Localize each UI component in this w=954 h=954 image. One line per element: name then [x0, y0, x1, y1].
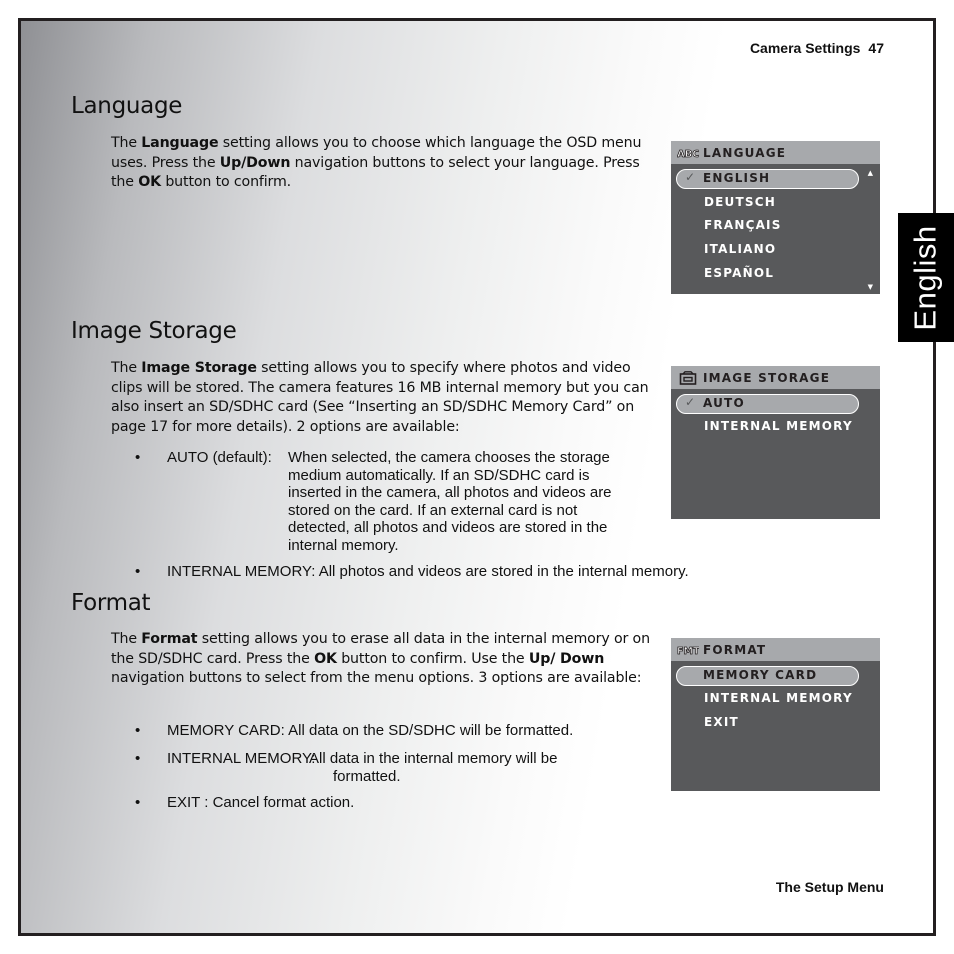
screen-title: LANGUAGE — [703, 145, 787, 160]
desc-line: inserted in the camera, all photos and v… — [288, 484, 612, 501]
text-run: The — [111, 135, 142, 151]
screen-title: FORMAT — [703, 642, 767, 657]
format-heading: Format — [71, 590, 151, 616]
menu-item[interactable]: FRANÇAIS — [704, 218, 782, 232]
bold-term: OK — [314, 650, 337, 667]
menu-item[interactable]: INTERNAL MEMORY — [704, 691, 853, 705]
image-storage-paragraph: The Image Storage setting allows you to … — [111, 359, 656, 437]
bullet-label: EXIT : Cancel format action. — [167, 794, 354, 812]
menu-item[interactable]: DEUTSCH — [704, 195, 776, 209]
screen-title-bar: ABC LANGUAGE — [671, 141, 880, 164]
bullet-dot: • — [135, 794, 141, 811]
bold-term: Up/Down — [219, 154, 291, 171]
bullet-label: MEMORY CARD: All data on the SD/SDHC wil… — [167, 722, 573, 740]
bold-term: OK — [138, 174, 161, 190]
scroll-down-icon[interactable]: ▼ — [868, 283, 873, 291]
menu-item[interactable]: ITALIANO — [704, 242, 776, 256]
bold-term: Language — [141, 135, 219, 151]
menu-item[interactable]: INTERNAL MEMORY — [704, 419, 853, 433]
desc-line: internal memory. — [288, 536, 399, 554]
bullet-dot: • — [135, 449, 141, 466]
page-footer: The Setup Menu — [776, 879, 884, 895]
menu-item-label: ENGLISH — [703, 171, 771, 185]
format-icon: FMT — [677, 638, 699, 661]
bullet-label: INTERNAL MEMORY: All photos and videos a… — [167, 563, 689, 581]
image-storage-heading: Image Storage — [71, 318, 237, 344]
desc-line: All data on the SD/SDHC will be formatte… — [288, 722, 574, 739]
svg-text:ABC: ABC — [677, 149, 699, 159]
menu-item-selected[interactable]: MEMORY CARD — [676, 666, 859, 686]
menu-item[interactable]: ESPAÑOL — [704, 266, 774, 280]
text-run: The — [111, 631, 142, 647]
screen-title-bar: FMT FORMAT — [671, 638, 880, 661]
menu-item-label: MEMORY CARD — [703, 668, 818, 682]
check-icon: ✓ — [685, 395, 696, 409]
bullet-description: When selected, the camera chooses the st… — [288, 449, 612, 554]
scroll-up-icon[interactable]: ▲ — [868, 169, 873, 177]
svg-text:FMT: FMT — [677, 646, 699, 656]
bullet-dot: • — [135, 722, 141, 739]
desc-line: All data in the internal memory will be — [309, 750, 558, 767]
text-run: button to confirm. — [160, 174, 292, 190]
language-heading: Language — [71, 93, 183, 119]
bold-term: Up/ Down — [528, 650, 605, 667]
side-tab-label: English — [908, 224, 943, 331]
bold-term: Image Storage — [141, 360, 257, 376]
desc-line: stored on the card. If an external card … — [288, 501, 578, 519]
desc-line: When selected, the camera chooses the st… — [288, 449, 610, 466]
format-paragraph: The Format setting allows you to erase a… — [111, 630, 656, 689]
abc-icon: ABC — [677, 141, 699, 164]
desc-line: Cancel format action. — [212, 794, 355, 811]
bullet-label: INTERNAL MEMORY: — [167, 750, 316, 767]
bullet-label-text: MEMORY CARD: — [167, 722, 285, 739]
desc-line: detected, all photos and videos are stor… — [288, 519, 608, 536]
bullet-label-text: INTERNAL MEMORY: — [167, 563, 316, 580]
page-number: 47 — [868, 40, 884, 56]
section-title: Camera Settings — [749, 40, 861, 56]
menu-item[interactable]: EXIT — [704, 715, 739, 729]
desc-line: medium automatically. If an SD/SDHC card… — [288, 466, 590, 484]
bullet-label-text: EXIT : — [167, 794, 209, 811]
memory-card-icon — [677, 366, 699, 389]
bold-term: Format — [141, 631, 198, 647]
menu-item-selected[interactable]: ✓ ENGLISH — [676, 169, 859, 189]
menu-item-label: AUTO — [703, 396, 745, 410]
text-run: The — [111, 360, 142, 376]
screen-title-bar: IMAGE STORAGE — [671, 366, 880, 389]
text-run: navigation buttons to select from the me… — [111, 670, 642, 686]
desc-line: formatted. — [333, 767, 401, 785]
format-menu-screen: FMT FORMAT MEMORY CARD INTERNAL MEMORY E… — [671, 638, 880, 791]
image-storage-menu-screen: IMAGE STORAGE ✓ AUTO INTERNAL MEMORY — [671, 366, 880, 519]
page-header: Camera Settings 47 — [750, 40, 884, 56]
chapter-title: The Setup Menu — [775, 879, 884, 895]
bullet-label: AUTO (default): — [167, 449, 272, 466]
menu-item-selected[interactable]: ✓ AUTO — [676, 394, 859, 414]
screen-title: IMAGE STORAGE — [703, 370, 831, 385]
bullet-dot: • — [135, 563, 141, 580]
language-menu-screen: ABC LANGUAGE ✓ ENGLISH ▲ DEUTSCH FRANÇAI… — [671, 141, 880, 294]
text-run: button to confirm. Use the — [336, 650, 529, 667]
bullet-dot: • — [135, 750, 141, 767]
language-paragraph: The Language setting allows you to choos… — [111, 134, 656, 193]
bullet-description: All data in the internal memory will be … — [309, 750, 557, 785]
check-icon: ✓ — [685, 170, 696, 184]
desc-line: All photos and videos are stored in the … — [318, 563, 689, 580]
language-side-tab: English — [898, 213, 954, 342]
